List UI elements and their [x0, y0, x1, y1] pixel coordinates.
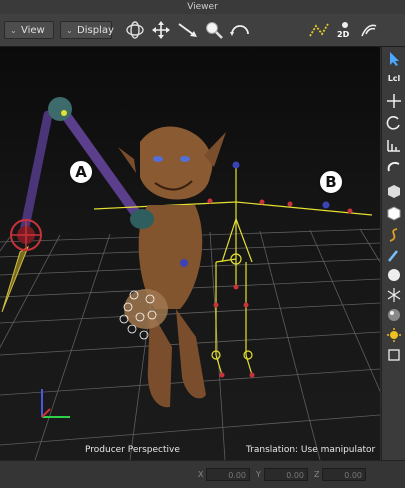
- hand-tool-icon[interactable]: [358, 20, 380, 40]
- cube-solid-icon[interactable]: [385, 205, 403, 221]
- z-label: Z: [314, 470, 320, 479]
- display-menu-button[interactable]: ⌄ Display: [60, 21, 114, 39]
- light-icon[interactable]: [385, 327, 403, 343]
- camera-label: Producer Perspective: [85, 445, 180, 455]
- curve-tool-icon[interactable]: [308, 20, 330, 40]
- y-coordinate-field[interactable]: 0.00: [264, 468, 308, 481]
- undo-camera-icon[interactable]: [229, 20, 251, 40]
- translate-icon[interactable]: [385, 93, 403, 109]
- curve-icon[interactable]: [385, 227, 403, 243]
- scale-icon[interactable]: [385, 137, 403, 153]
- paint-icon[interactable]: [385, 247, 403, 263]
- display-menu-label: Display: [77, 25, 114, 36]
- x-coordinate-field[interactable]: 0.00: [206, 468, 250, 481]
- cube-icon[interactable]: [385, 183, 403, 199]
- frame-icon[interactable]: [385, 347, 403, 363]
- chevron-down-icon: ⌄: [10, 26, 17, 35]
- zoom-tool-icon[interactable]: [203, 20, 225, 40]
- select-arrow-icon[interactable]: [385, 51, 403, 67]
- material-icon[interactable]: [385, 307, 403, 323]
- status-bar: X 0.00 Y 0.00 Z 0.00: [0, 460, 405, 488]
- scene-canvas[interactable]: [0, 47, 380, 460]
- x-label: X: [198, 470, 204, 479]
- arm-rig-a: [1, 97, 145, 313]
- 3d-viewport[interactable]: A B Producer Perspective Translation: Us…: [0, 47, 380, 460]
- magnet-icon[interactable]: [385, 159, 403, 175]
- local-icon[interactable]: Lcl: [385, 71, 403, 87]
- tool-sidebar: Lcl: [381, 47, 405, 460]
- viewport-status-label: Translation: Use manipulator: [246, 445, 376, 455]
- view-menu-button[interactable]: ⌄ View: [4, 21, 54, 39]
- sphere-icon[interactable]: [385, 267, 403, 283]
- rotate-icon[interactable]: [385, 115, 403, 131]
- y-label: Y: [256, 470, 261, 479]
- axis-gizmo: [41, 389, 70, 418]
- 2d-label: 2D: [337, 30, 350, 39]
- snowflake-icon[interactable]: [385, 287, 403, 303]
- view-menu-label: View: [21, 25, 45, 36]
- z-coordinate-field[interactable]: 0.00: [322, 468, 366, 481]
- skeleton-rig-b: [93, 165, 373, 376]
- chevron-down-icon: ⌄: [66, 26, 73, 35]
- pan-tool-icon[interactable]: [150, 20, 172, 40]
- callout-b: B: [318, 169, 344, 195]
- orbit-tool-icon[interactable]: [124, 20, 146, 40]
- window-title: Viewer: [0, 0, 405, 15]
- toolbar: ⌄ View ⌄ Display 2D: [0, 14, 405, 47]
- dolly-tool-icon[interactable]: [177, 20, 199, 40]
- callout-a: A: [68, 159, 94, 185]
- character-model: [118, 126, 226, 408]
